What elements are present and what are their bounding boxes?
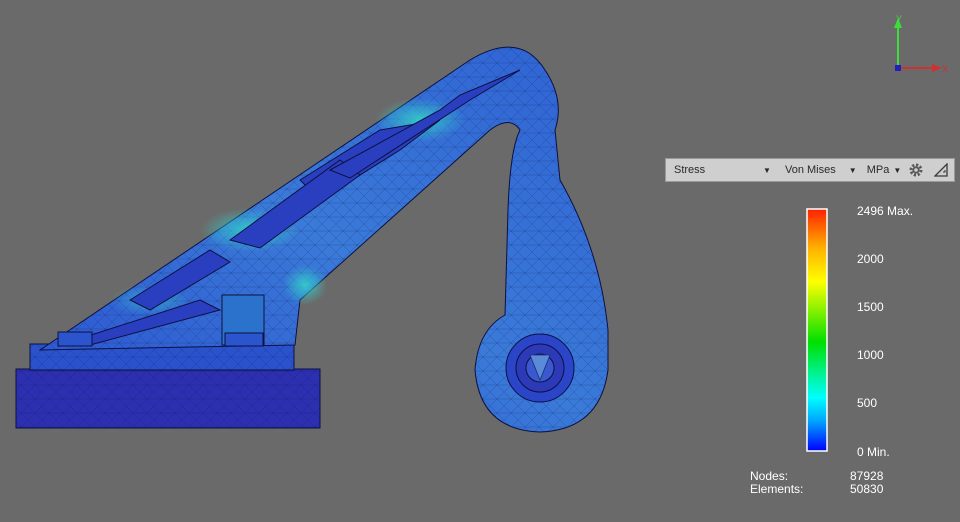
- legend-label-500: 500: [857, 396, 878, 410]
- legend-label-min: 0 Min.: [857, 445, 890, 459]
- mesh-statistics: Nodes: 87928 Elements: 50830: [750, 470, 890, 496]
- elements-value: 50830: [850, 482, 884, 496]
- bracket-model[interactable]: [15, 46, 609, 433]
- component-dropdown[interactable]: Von Mises ▼: [777, 159, 861, 181]
- stress-color-legend: [806, 208, 828, 452]
- y-axis-label: Y: [896, 14, 902, 24]
- legend-toggle-button[interactable]: [929, 159, 954, 181]
- result-type-value: Stress: [674, 164, 706, 176]
- component-value: Von Mises: [784, 164, 836, 176]
- elements-row: Elements: 50830: [750, 483, 890, 496]
- result-toolbar: Stress ▼ Von Mises ▼ MPa ▼: [665, 158, 955, 182]
- legend-label-2000: 2000: [857, 252, 884, 266]
- elements-label: Elements:: [750, 482, 804, 496]
- settings-button[interactable]: [904, 159, 929, 181]
- triangle-ruler-icon: [934, 163, 949, 177]
- legend-label-max: 2496 Max.: [857, 204, 914, 218]
- chevron-down-icon: ▼: [893, 165, 902, 175]
- unit-value: MPa: [866, 164, 890, 176]
- chevron-down-icon: ▼: [848, 165, 857, 175]
- chevron-down-icon: ▼: [763, 165, 771, 175]
- unit-dropdown[interactable]: MPa ▼: [861, 159, 904, 181]
- legend-label-1500: 1500: [857, 300, 884, 314]
- x-axis-label: X: [942, 64, 948, 74]
- gear-icon: [909, 163, 923, 177]
- orientation-triad[interactable]: Y X: [880, 12, 950, 76]
- result-type-dropdown[interactable]: Stress ▼: [666, 159, 777, 181]
- legend-label-1000: 1000: [857, 348, 884, 362]
